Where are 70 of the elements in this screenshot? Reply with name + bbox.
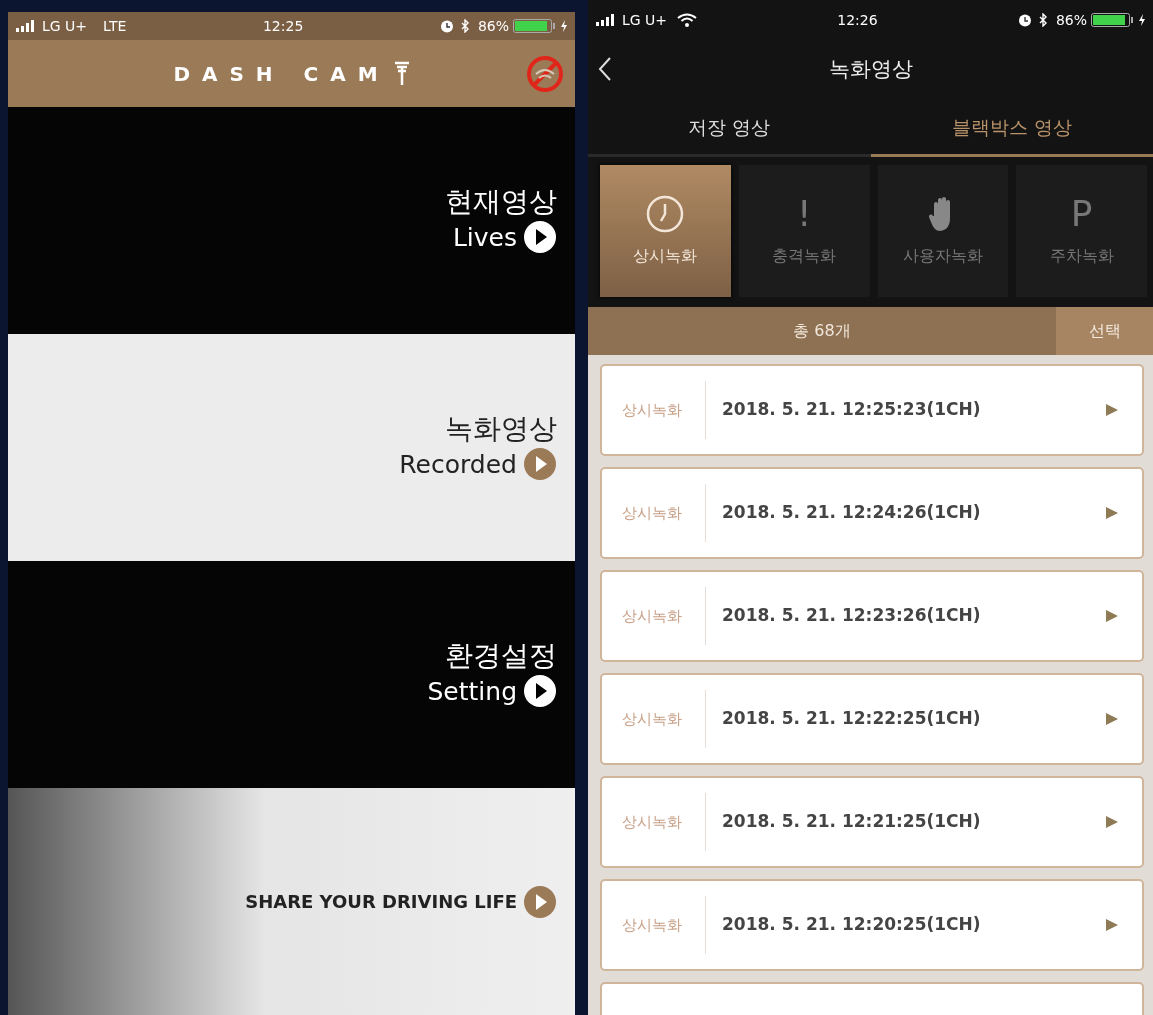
bluetooth-icon [1037, 13, 1048, 27]
app-title: DASH CAM [173, 60, 390, 88]
menu-title: 현재영상 [445, 184, 557, 219]
menu-panel[interactable]: SHARE YOUR DRIVING LIFE [8, 788, 575, 1015]
back-button[interactable] [598, 56, 612, 82]
play-icon [523, 884, 557, 919]
menu-panel[interactable]: 현재영상 Lives [8, 107, 575, 334]
battery-icon [513, 19, 557, 33]
category-glyph: ! [796, 194, 812, 234]
charging-icon [1139, 14, 1145, 26]
menu-subtitle: Recorded [399, 448, 517, 481]
recording-datetime: 2018. 5. 21. 12:25:23(1CH) [721, 398, 982, 422]
recording-item[interactable]: 상시녹화 2018. 5. 21. 12:23:26(1CH) [600, 570, 1144, 662]
recording-datetime: 2018. 5. 21. 12:23:26(1CH) [721, 604, 982, 628]
category-tab[interactable]: P 주차녹화 [1016, 165, 1147, 297]
network-label: LTE [103, 16, 127, 36]
bluetooth-icon [459, 19, 470, 33]
recording-type: 상시녹화 [622, 689, 706, 749]
recording-item[interactable]: 상시녹화 2018. 5. 21. 12:22:25(1CH) [600, 673, 1144, 765]
battery-percent: 86% [1055, 10, 1087, 30]
menu-title: 녹화영상 [445, 411, 557, 446]
recording-datetime: 2018. 5. 21. 12:20:25(1CH) [721, 913, 982, 937]
alarm-icon [1017, 13, 1032, 27]
back-icon [598, 56, 612, 82]
play-icon [1106, 712, 1118, 726]
menu-subtitle: Setting [427, 675, 517, 708]
recording-type: 상시녹화 [622, 895, 706, 955]
recording-type: 상시녹화 [622, 792, 706, 852]
play-icon [523, 220, 557, 255]
clock-time: 12:25 [262, 16, 304, 36]
recording-type: 상시녹화 [622, 586, 706, 646]
screen-title: 녹화영상 [828, 56, 913, 84]
play-icon [1106, 918, 1118, 932]
recording-item[interactable]: 상시녹화 2018. 5. 21. 12:20:25(1CH) [600, 879, 1144, 971]
menu-subtitle: Lives [452, 221, 517, 254]
wifi-off-icon[interactable] [525, 54, 565, 94]
menu-panel[interactable]: 녹화영상 Recorded [8, 334, 575, 561]
clock-time: 12:26 [837, 10, 878, 30]
tab[interactable]: 블랙박스 영상 [870, 100, 1153, 157]
recording-datetime: 2018. 5. 21. 12:22:25(1CH) [721, 707, 982, 731]
recording-type: 상시녹화 [622, 483, 706, 543]
recording-item[interactable]: 상시녹화 2018. 5. 21. 12:25:23(1CH) [600, 364, 1144, 456]
play-icon [523, 447, 557, 482]
battery-icon [1091, 13, 1135, 27]
category-tab[interactable]: 상시녹화 [600, 165, 731, 297]
recording-datetime: 2018. 5. 21. 12:24:26(1CH) [721, 501, 982, 525]
recording-datetime: 2018. 5. 21. 12:21:25(1CH) [721, 810, 982, 834]
alarm-icon [439, 19, 454, 33]
play-icon [1106, 506, 1118, 520]
menu-subtitle: SHARE YOUR DRIVING LIFE [245, 890, 517, 914]
category-tab[interactable]: ! 충격녹화 [738, 165, 870, 297]
play-icon [1106, 815, 1118, 829]
play-icon [1106, 609, 1118, 623]
item-count: 총 68개 [793, 320, 851, 342]
menu-panel[interactable]: 환경설정 Setting [8, 561, 575, 788]
battery-percent: 86% [477, 16, 509, 36]
recording-type: 상시녹화 [622, 380, 706, 440]
carrier-label: LG U+ [622, 10, 668, 30]
play-icon [1106, 403, 1118, 417]
carrier-label: LG U+ [42, 16, 88, 36]
charging-icon [561, 20, 567, 32]
menu-title: 환경설정 [445, 638, 557, 673]
category-tab[interactable]: 사용자녹화 [877, 165, 1009, 297]
tab[interactable]: 저장 영상 [588, 100, 871, 157]
clock-icon [645, 194, 686, 234]
play-icon [523, 674, 557, 709]
recording-item[interactable]: 상시녹화 2018. 5. 21. 12:21:25(1CH) [600, 776, 1144, 868]
category-glyph: P [1070, 194, 1093, 234]
recording-item[interactable]: 상시녹화 2018. 5. 21. 12:24:26(1CH) [600, 467, 1144, 559]
logo-icon [393, 60, 410, 87]
